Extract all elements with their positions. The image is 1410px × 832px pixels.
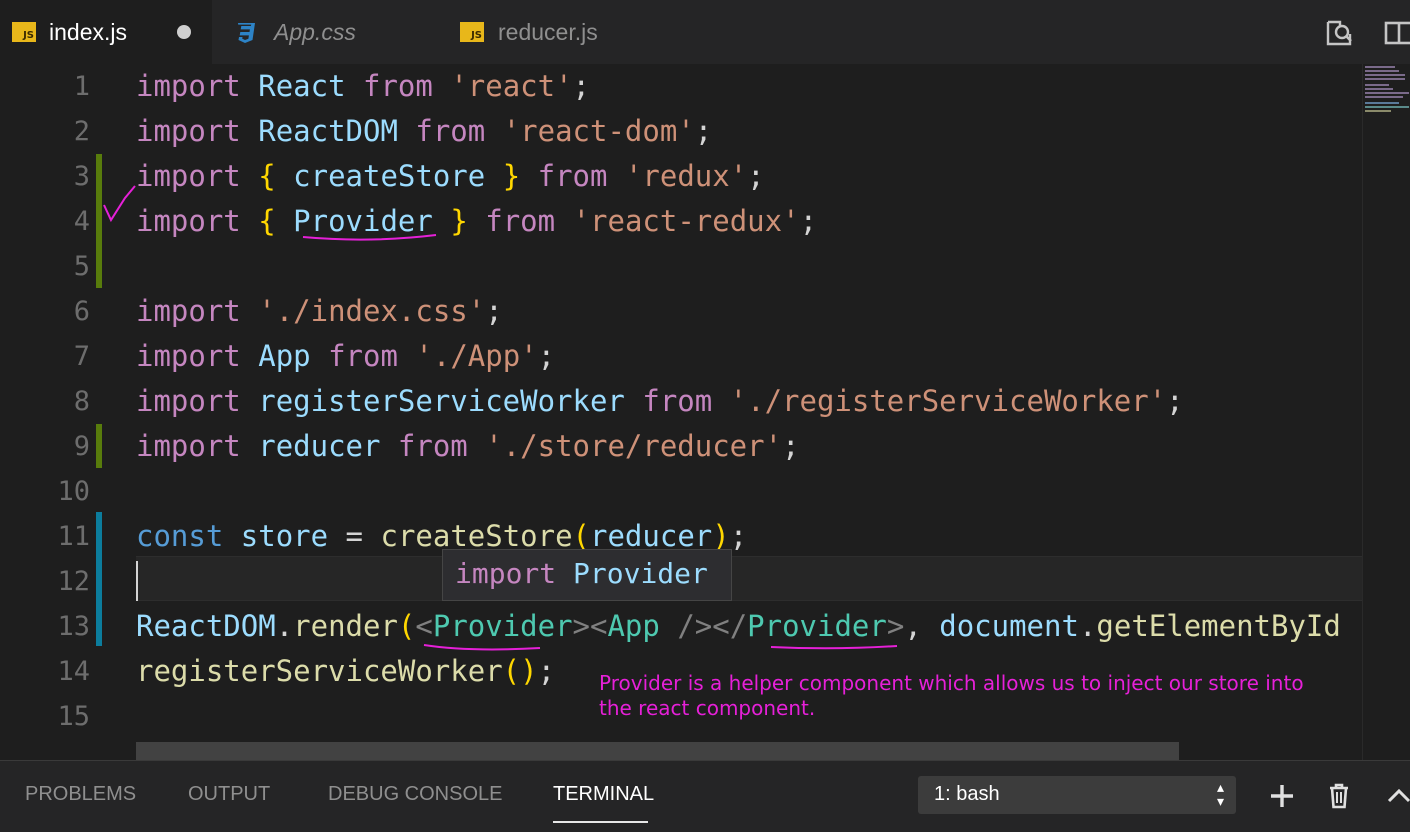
tab-label: reducer.js xyxy=(498,18,598,45)
line-number: 12 xyxy=(57,566,90,597)
line-number: 13 xyxy=(57,611,90,642)
tab-problems[interactable]: PROBLEMS xyxy=(25,783,136,806)
code-line: 7 import App from './App'; xyxy=(0,334,1362,379)
tab-terminal[interactable]: TERMINAL xyxy=(553,783,654,806)
hover-tooltip-text: import Provider xyxy=(455,554,708,594)
line-number: 4 xyxy=(73,206,90,237)
split-editor-icon[interactable] xyxy=(1382,16,1410,50)
code-line: 2 import ReactDOM from 'react-dom'; xyxy=(0,109,1362,154)
line-number: 11 xyxy=(57,521,90,552)
code-line: 9 import reducer from './store/reducer'; xyxy=(0,424,1362,469)
code-editor[interactable]: 1 import React from 'react'; 2 import Re… xyxy=(0,64,1362,760)
code-line: 13 ReactDOM.render(<Provider><App /></Pr… xyxy=(0,604,1362,649)
line-number: 9 xyxy=(73,431,90,462)
minimap-preview xyxy=(1365,66,1409,112)
unsaved-dot-icon[interactable] xyxy=(177,25,191,39)
code-text: registerServiceWorker(); xyxy=(136,654,556,688)
line-number: 7 xyxy=(73,341,90,372)
annotation-note: Provider is a helper component which all… xyxy=(599,671,1310,720)
line-number: 14 xyxy=(57,656,90,687)
plus-icon[interactable] xyxy=(1267,781,1297,811)
text-cursor xyxy=(136,561,138,601)
tab-debug-console[interactable]: DEBUG CONSOLE xyxy=(328,783,502,806)
tab-index-js[interactable]: JS index.js xyxy=(0,0,212,64)
code-line: 6 import './index.css'; xyxy=(0,289,1362,334)
editor-tab-bar: JS index.js App.css JS reducer.js xyxy=(0,0,1410,64)
line-number: 5 xyxy=(73,251,90,282)
code-line: 1 import React from 'react'; xyxy=(0,64,1362,109)
hover-symbol: Provider xyxy=(573,557,708,590)
code-line: 4 import { Provider } from 'react-redux'… xyxy=(0,199,1362,244)
tab-label: index.js xyxy=(49,18,127,45)
active-tab-indicator xyxy=(553,821,648,823)
minimap[interactable] xyxy=(1362,64,1410,760)
code-line: 3 import { createStore } from 'redux'; xyxy=(0,154,1362,199)
line-number: 10 xyxy=(57,476,90,507)
code-text: import ReactDOM from 'react-dom'; xyxy=(136,114,713,148)
code-text: import { Provider } from 'react-redux'; xyxy=(136,204,818,238)
hover-tooltip: import Provider xyxy=(442,549,732,601)
open-changes-icon[interactable] xyxy=(1322,16,1356,50)
code-text: ReactDOM.render(<Provider><App /></Provi… xyxy=(136,609,1341,643)
code-text: import registerServiceWorker from './reg… xyxy=(136,384,1184,418)
tab-app-css[interactable]: App.css xyxy=(212,0,438,64)
code-line: 10 xyxy=(0,469,1362,514)
js-file-icon: JS xyxy=(460,22,484,42)
chevron-up-icon[interactable] xyxy=(1384,781,1410,811)
code-line: 8 import registerServiceWorker from './r… xyxy=(0,379,1362,424)
hover-keyword: import xyxy=(455,557,557,590)
trash-icon[interactable] xyxy=(1324,781,1354,811)
code-line: 5 xyxy=(0,244,1362,289)
line-number: 8 xyxy=(73,386,90,417)
code-text: import { createStore } from 'redux'; xyxy=(136,159,765,193)
bottom-panel: PROBLEMS OUTPUT DEBUG CONSOLE TERMINAL 1… xyxy=(0,760,1410,832)
line-number: 2 xyxy=(73,116,90,147)
terminal-select[interactable]: 1: bash ▴ ▾ xyxy=(918,776,1236,814)
line-number: 15 xyxy=(57,701,90,732)
line-number: 1 xyxy=(73,71,90,102)
tab-label: App.css xyxy=(274,18,356,45)
code-text: import './index.css'; xyxy=(136,294,503,328)
js-file-icon: JS xyxy=(12,22,36,42)
line-number: 3 xyxy=(73,161,90,192)
select-arrows-icon: ▴ ▾ xyxy=(1216,780,1224,810)
code-text: import App from './App'; xyxy=(136,339,556,373)
code-text: import reducer from './store/reducer'; xyxy=(136,429,800,463)
tab-reducer-js[interactable]: JS reducer.js xyxy=(438,0,658,64)
line-number: 6 xyxy=(73,296,90,327)
terminal-select-value: 1: bash xyxy=(934,783,1000,805)
code-text: import React from 'react'; xyxy=(136,69,591,103)
css-file-icon xyxy=(238,23,255,43)
horizontal-scrollbar[interactable] xyxy=(136,742,1179,760)
tab-output[interactable]: OUTPUT xyxy=(188,783,270,806)
